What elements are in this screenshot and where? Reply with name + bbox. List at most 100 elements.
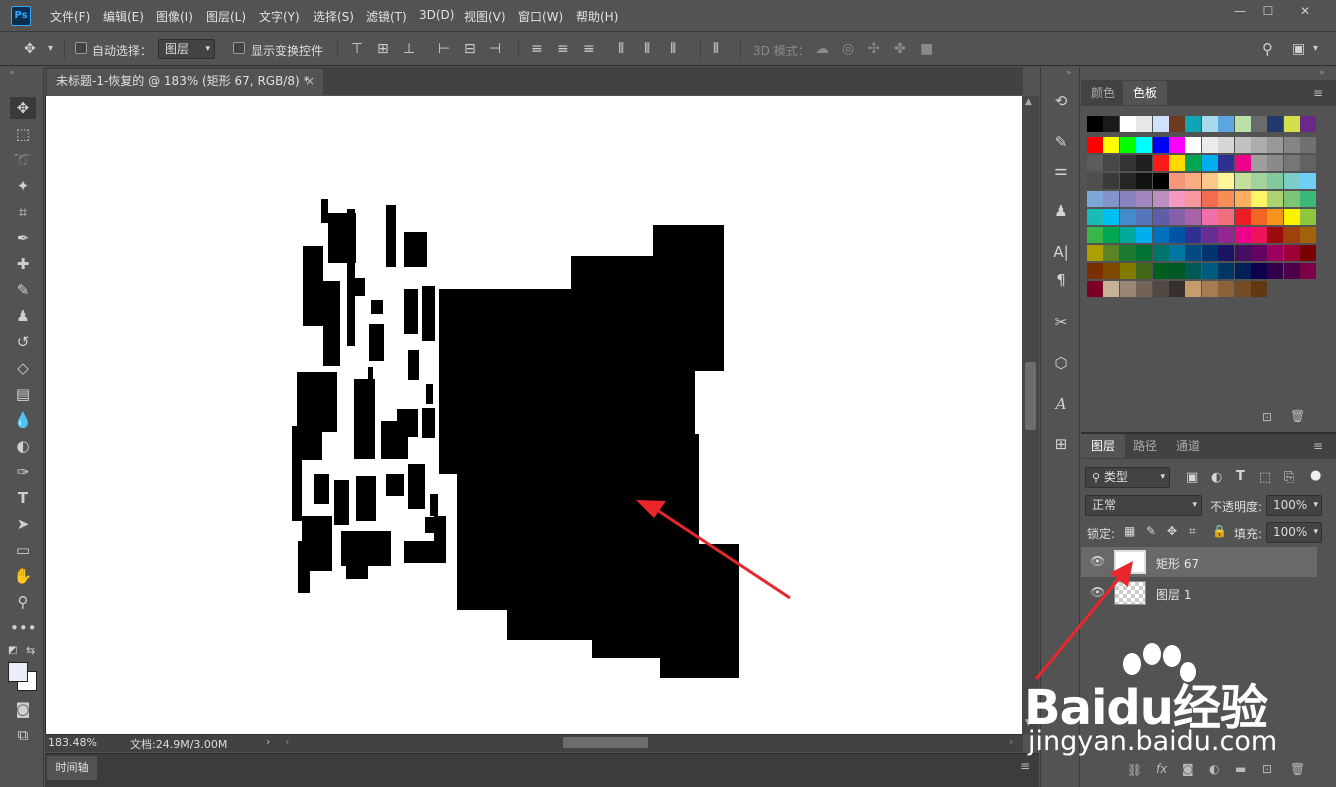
swatch[interactable] bbox=[1169, 209, 1185, 225]
swatch[interactable] bbox=[1185, 116, 1202, 132]
swatch[interactable] bbox=[1185, 245, 1202, 261]
swatch[interactable] bbox=[1234, 281, 1251, 297]
swatch[interactable] bbox=[1169, 263, 1185, 279]
document-tab[interactable]: 未标题-1-恢复的 @ 183% (矩形 67, RGB/8) * × bbox=[47, 69, 323, 95]
swatch[interactable] bbox=[1218, 281, 1235, 297]
tab-swatches[interactable]: 色板 bbox=[1123, 81, 1168, 105]
tab-color[interactable]: 颜色 bbox=[1081, 81, 1125, 105]
foreground-color-swatch[interactable] bbox=[8, 662, 28, 682]
swatch[interactable] bbox=[1152, 281, 1169, 297]
swatch[interactable] bbox=[1218, 137, 1235, 153]
canvas[interactable] bbox=[46, 96, 1022, 734]
swatch[interactable] bbox=[1218, 245, 1235, 261]
swatch[interactable] bbox=[1251, 245, 1267, 261]
swatch[interactable] bbox=[1103, 173, 1120, 189]
close-window-button[interactable]: ✕ bbox=[1293, 4, 1317, 18]
swatch[interactable] bbox=[1119, 281, 1136, 297]
workspace-icon[interactable]: ▣ bbox=[1292, 41, 1305, 57]
menu-3d[interactable]: 3D(D) bbox=[419, 8, 454, 22]
swatch[interactable] bbox=[1251, 191, 1267, 207]
menu-filter[interactable]: 滤镜(T) bbox=[366, 8, 407, 25]
swatch[interactable] bbox=[1185, 281, 1202, 297]
swatch[interactable] bbox=[1103, 155, 1120, 171]
swatch[interactable] bbox=[1300, 191, 1317, 207]
auto-align-icon[interactable]: ⫴ bbox=[713, 41, 719, 57]
swatch[interactable] bbox=[1251, 116, 1267, 132]
swatch[interactable] bbox=[1087, 227, 1103, 243]
swatch[interactable] bbox=[1087, 173, 1103, 189]
gradient-tool-icon[interactable]: ▤ bbox=[10, 383, 36, 405]
new-swatch-icon[interactable]: ⊡ bbox=[1262, 410, 1272, 424]
scroll-up-icon[interactable]: ▲ bbox=[1025, 97, 1032, 107]
swatch[interactable] bbox=[1152, 173, 1169, 189]
swatch[interactable] bbox=[1136, 191, 1153, 207]
swatch[interactable] bbox=[1218, 116, 1235, 132]
new-group-icon[interactable]: ▬ bbox=[1235, 762, 1246, 776]
fill-input[interactable]: 100% ▾ bbox=[1266, 522, 1322, 543]
panel-menu-icon[interactable]: ≡ bbox=[1313, 86, 1323, 100]
magic-wand-tool-icon[interactable]: ✦ bbox=[10, 175, 36, 197]
swatch[interactable] bbox=[1283, 227, 1300, 243]
swatch[interactable] bbox=[1267, 173, 1284, 189]
align-bottom-icon[interactable]: ⊥ bbox=[403, 41, 415, 57]
character-panel-icon[interactable]: A| bbox=[1048, 240, 1074, 264]
3d-panel-icon[interactable]: ⬡ bbox=[1048, 351, 1074, 375]
vertical-scroll-thumb[interactable] bbox=[1025, 362, 1036, 430]
chevron-down-icon[interactable]: ▾ bbox=[1313, 43, 1318, 54]
align-left-icon[interactable]: ⊢ bbox=[438, 41, 450, 57]
eraser-tool-icon[interactable]: ◇ bbox=[10, 357, 36, 379]
swatch[interactable] bbox=[1185, 173, 1202, 189]
history-panel-icon[interactable]: ⟲ bbox=[1048, 89, 1074, 113]
align-right-icon[interactable]: ⊣ bbox=[489, 41, 501, 57]
swatch[interactable] bbox=[1283, 155, 1300, 171]
eyedropper-tool-icon[interactable]: ✒ bbox=[10, 227, 36, 249]
chevron-down-icon[interactable]: ▾ bbox=[48, 43, 53, 54]
swatch[interactable] bbox=[1169, 116, 1185, 132]
swatch[interactable] bbox=[1152, 227, 1169, 243]
swatch[interactable] bbox=[1201, 191, 1218, 207]
zoom-level[interactable]: 183.48% bbox=[48, 736, 97, 749]
swatch[interactable] bbox=[1218, 155, 1235, 171]
swatch[interactable] bbox=[1300, 155, 1317, 171]
menu-file[interactable]: 文件(F) bbox=[50, 8, 90, 25]
close-tab-icon[interactable]: × bbox=[305, 69, 315, 93]
swatch[interactable] bbox=[1185, 227, 1202, 243]
swatch[interactable] bbox=[1169, 155, 1185, 171]
swatch[interactable] bbox=[1267, 191, 1284, 207]
minimize-button[interactable]: — bbox=[1228, 4, 1252, 18]
menu-type[interactable]: 文字(Y) bbox=[259, 8, 300, 25]
swatch[interactable] bbox=[1087, 137, 1103, 153]
swatch[interactable] bbox=[1251, 281, 1267, 297]
swatch[interactable] bbox=[1201, 116, 1218, 132]
adjustments-icon[interactable]: ⚌ bbox=[1048, 158, 1074, 182]
brush-tool-icon[interactable]: ✎ bbox=[10, 279, 36, 301]
swatch[interactable] bbox=[1169, 137, 1185, 153]
layer-name[interactable]: 矩形 67 bbox=[1156, 555, 1199, 572]
filter-type-icon[interactable]: T bbox=[1236, 469, 1245, 484]
glyphs-panel-icon[interactable]: A bbox=[1048, 392, 1074, 416]
timeline-tab[interactable]: 时间轴 bbox=[47, 756, 97, 780]
swatch[interactable] bbox=[1087, 263, 1103, 279]
menu-help[interactable]: 帮助(H) bbox=[576, 8, 618, 25]
camera-3d-icon[interactable]: ■ bbox=[920, 41, 933, 57]
link-layers-icon[interactable]: ⛓ bbox=[1127, 763, 1142, 777]
menu-select[interactable]: 选择(S) bbox=[313, 8, 354, 25]
menu-image[interactable]: 图像(I) bbox=[156, 8, 193, 25]
blend-mode-dropdown[interactable]: 正常 ▾ bbox=[1085, 495, 1202, 516]
swatch[interactable] bbox=[1234, 173, 1251, 189]
swatch[interactable] bbox=[1103, 227, 1120, 243]
swatch[interactable] bbox=[1201, 209, 1218, 225]
filter-pixel-icon[interactable]: ▣ bbox=[1186, 470, 1198, 485]
stamp-tool-icon[interactable]: ♟ bbox=[10, 305, 36, 327]
swatch[interactable] bbox=[1119, 263, 1136, 279]
swatch[interactable] bbox=[1103, 263, 1120, 279]
slide-3d-icon[interactable]: ✤ bbox=[894, 41, 906, 57]
opacity-input[interactable]: 100% ▾ bbox=[1266, 495, 1322, 516]
swatch[interactable] bbox=[1136, 155, 1153, 171]
swatch[interactable] bbox=[1185, 191, 1202, 207]
swatch[interactable] bbox=[1103, 137, 1120, 153]
swatch[interactable] bbox=[1087, 281, 1103, 297]
swatch[interactable] bbox=[1300, 245, 1317, 261]
filter-toggle-icon[interactable]: ● bbox=[1310, 468, 1321, 483]
swatch[interactable] bbox=[1283, 209, 1300, 225]
